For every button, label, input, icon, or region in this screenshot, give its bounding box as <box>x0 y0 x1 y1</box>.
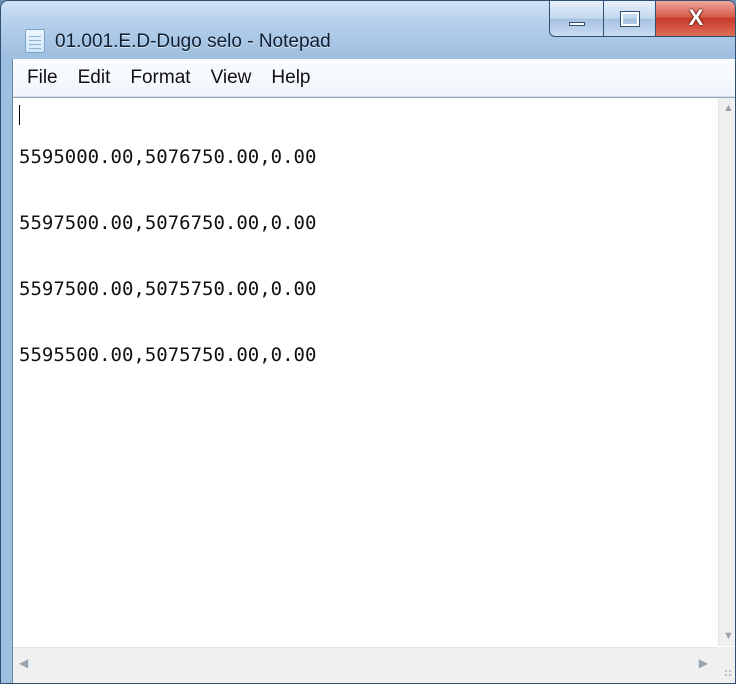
menu-view[interactable]: View <box>201 62 262 94</box>
title-bar[interactable]: 01.001.E.D-Dugo selo - Notepad X <box>1 1 735 59</box>
editor-line: 5595000.00,5076750.00,0.00 <box>19 146 317 168</box>
scroll-right-arrow-icon[interactable]: ▶ <box>699 656 708 670</box>
menu-help[interactable]: Help <box>261 62 320 94</box>
menu-bar: File Edit Format View Help <box>13 59 735 97</box>
text-editor[interactable]: 5595000.00,5076750.00,0.00 5597500.00,50… <box>13 98 718 646</box>
maximize-icon <box>619 10 640 27</box>
editor-line: 5597500.00,5076750.00,0.00 <box>19 212 317 234</box>
menu-file[interactable]: File <box>17 62 68 94</box>
minimize-button[interactable] <box>549 1 603 37</box>
menu-edit[interactable]: Edit <box>68 62 121 94</box>
horizontal-scrollbar[interactable]: ◀ ▶ <box>13 647 718 683</box>
editor-container: 5595000.00,5076750.00,0.00 5597500.00,50… <box>13 97 735 647</box>
minimize-icon <box>568 21 585 26</box>
close-icon: X <box>688 4 704 30</box>
menu-format[interactable]: Format <box>120 62 200 94</box>
size-grip-icon[interactable] <box>717 647 735 683</box>
client-area: File Edit Format View Help 5595000.00,50… <box>12 59 735 683</box>
notepad-icon[interactable] <box>25 29 45 53</box>
scroll-down-arrow-icon[interactable]: ▼ <box>719 626 735 646</box>
close-button[interactable]: X <box>655 1 735 37</box>
maximize-button[interactable] <box>603 1 655 37</box>
vertical-scrollbar[interactable]: ▲ ▼ <box>718 98 735 646</box>
text-caret <box>19 105 20 125</box>
editor-line: 5595500.00,5075750.00,0.00 <box>19 344 317 366</box>
scroll-left-arrow-icon[interactable]: ◀ <box>19 656 28 670</box>
notepad-window: 01.001.E.D-Dugo selo - Notepad X File Ed… <box>0 0 736 684</box>
caption-buttons: X <box>549 1 735 41</box>
editor-line: 5597500.00,5075750.00,0.00 <box>19 278 317 300</box>
scroll-up-arrow-icon[interactable]: ▲ <box>719 98 735 118</box>
window-title: 01.001.E.D-Dugo selo - Notepad <box>55 31 331 52</box>
